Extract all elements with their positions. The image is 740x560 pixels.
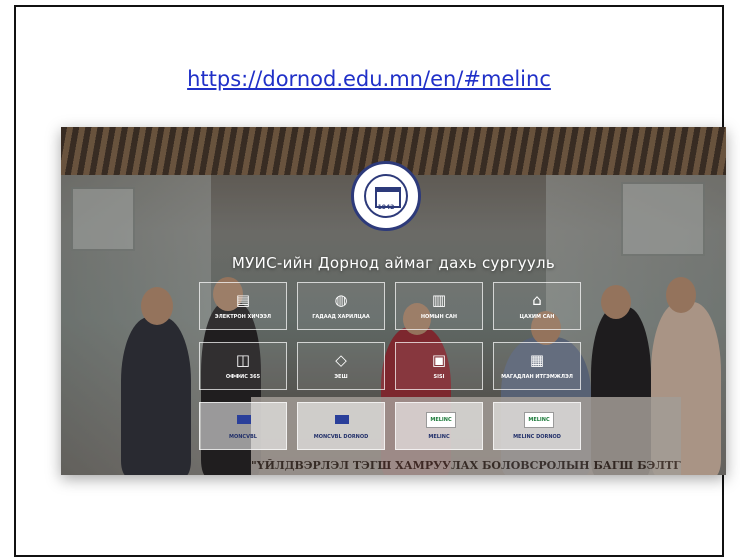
melinc-logo-icon: MELINC	[524, 412, 554, 428]
tile-label: SISI	[433, 374, 445, 380]
tile-label: ЭЕШ	[334, 374, 348, 380]
slide-frame: https://dornod.edu.mn/en/#melinc "ҮЙЛДВЭ…	[14, 5, 726, 557]
tile-foreign-relations[interactable]: ◍ ГАДААД ХАРИЛЦАА	[297, 282, 385, 330]
certificate-icon: ▦	[529, 351, 545, 369]
logo-inner-ring: 1942	[364, 174, 408, 218]
tile-label: МАГАДЛАН ИТГЭМЖЛЭЛ	[501, 374, 573, 380]
library-icon: ▥	[431, 291, 447, 309]
tile-moncvbl-dornod[interactable]: MONCVBL DORNOD	[297, 402, 385, 450]
office-icon: ◫	[235, 351, 251, 369]
tile-label: НОМЫН САН	[420, 314, 458, 320]
graduation-cap-icon: ◇	[335, 351, 347, 369]
eu-flag-icon	[237, 415, 251, 424]
globe-icon: ◍	[334, 291, 348, 309]
tile-label: ОФФИС 365	[225, 374, 261, 380]
tile-label: ЭЛЕКТРОН ХИЧЭЭЛ	[214, 314, 272, 320]
tile-melinc-dornod[interactable]: MELINC MELINC DORNOD	[493, 402, 581, 450]
tile-moncvbl[interactable]: MONCVBL	[199, 402, 287, 450]
tile-sisi[interactable]: ▣ SISI	[395, 342, 483, 390]
tile-library[interactable]: ▥ НОМЫН САН	[395, 282, 483, 330]
tile-label: MELINC DORNOD	[513, 434, 561, 440]
tile-electronic-lesson[interactable]: ▤ ЭЛЕКТРОН ХИЧЭЭЛ	[199, 282, 287, 330]
institution-icon: ⌂	[532, 291, 542, 309]
document-icon: ▤	[235, 291, 251, 309]
tile-exam[interactable]: ◇ ЭЕШ	[297, 342, 385, 390]
tile-melinc[interactable]: MELINC MELINC	[395, 402, 483, 450]
tile-label: MONCVBL	[229, 434, 257, 440]
tile-label: ЦАХИМ САН	[519, 314, 555, 320]
tile-digital-repository[interactable]: ⌂ ЦАХИМ САН	[493, 282, 581, 330]
tile-label: MELINC	[428, 434, 450, 440]
site-title: МУИС-ийн Дорнод аймаг дахь сургууль	[231, 254, 556, 272]
website-screenshot: "ҮЙЛДВЭРЛЭЛ ТЭГШ ХАМРУУЛАХ БОЛОВСРОЛЫН Б…	[61, 127, 726, 475]
eu-flag-icon	[335, 415, 349, 424]
logo-year: 1942	[377, 204, 395, 211]
tile-label: ГАДААД ХАРИЛЦАА	[312, 314, 370, 320]
tile-accreditation[interactable]: ▦ МАГАДЛАН ИТГЭМЖЛЭЛ	[493, 342, 581, 390]
sisi-icon: ▣	[431, 351, 447, 369]
tile-office365[interactable]: ◫ ОФФИС 365	[199, 342, 287, 390]
melinc-logo-icon: MELINC	[426, 412, 456, 428]
university-logo[interactable]: 1942	[351, 161, 421, 231]
website-link[interactable]: https://dornod.edu.mn/en/#melinc	[16, 67, 722, 91]
tile-label: MONCVBL DORNOD	[313, 434, 369, 440]
